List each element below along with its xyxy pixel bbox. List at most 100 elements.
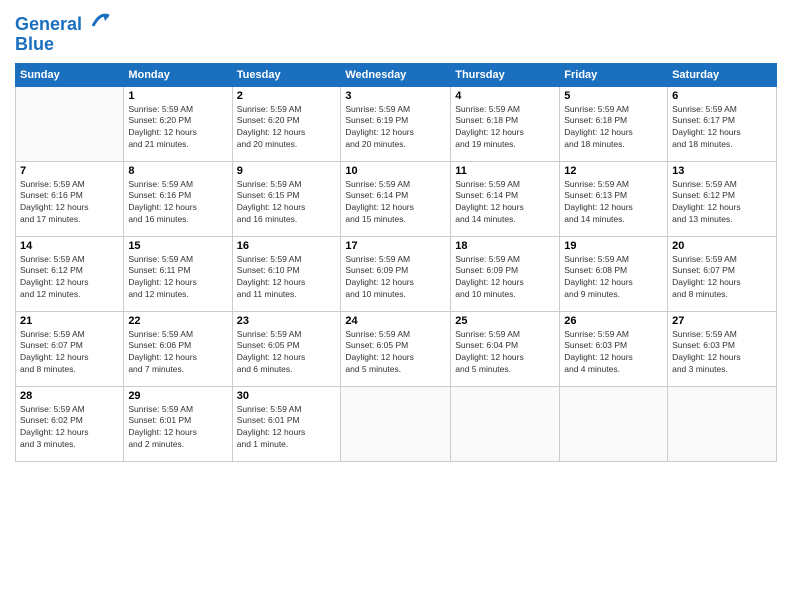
day-number: 5 bbox=[564, 90, 663, 102]
logo-general: General bbox=[15, 14, 82, 34]
day-info: Sunrise: 5:59 AM Sunset: 6:14 PM Dayligh… bbox=[345, 179, 446, 227]
day-info: Sunrise: 5:59 AM Sunset: 6:05 PM Dayligh… bbox=[237, 329, 337, 377]
calendar-cell: 10Sunrise: 5:59 AM Sunset: 6:14 PM Dayli… bbox=[341, 161, 451, 236]
header: General Blue bbox=[15, 10, 777, 55]
weekday-header-row: SundayMondayTuesdayWednesdayThursdayFrid… bbox=[16, 63, 777, 86]
calendar-cell: 2Sunrise: 5:59 AM Sunset: 6:20 PM Daylig… bbox=[232, 86, 341, 161]
weekday-header-sunday: Sunday bbox=[16, 63, 124, 86]
day-number: 18 bbox=[455, 240, 555, 252]
calendar-week-1: 1 Sunrise: 5:59 AM Sunset: 6:20 PM Daylig… bbox=[16, 86, 777, 161]
day-number: 11 bbox=[455, 165, 555, 177]
calendar-cell: 4Sunrise: 5:59 AM Sunset: 6:18 PM Daylig… bbox=[451, 86, 560, 161]
calendar-cell bbox=[341, 386, 451, 461]
calendar-cell: 17 Sunrise: 5:59 AM Sunset: 6:09 PM Dayli… bbox=[341, 236, 451, 311]
calendar-cell: 26 Sunrise: 5:59 AM Sunset: 6:03 PM Dayli… bbox=[560, 311, 668, 386]
calendar-week-5: 28 Sunrise: 5:59 AM Sunset: 6:02 PM Dayli… bbox=[16, 386, 777, 461]
calendar-cell: 27 Sunrise: 5:59 AM Sunset: 6:03 PM Dayli… bbox=[668, 311, 777, 386]
day-number: 22 bbox=[128, 315, 227, 327]
day-number: 27 bbox=[672, 315, 772, 327]
calendar-cell: 18 Sunrise: 5:59 AM Sunset: 6:09 PM Dayli… bbox=[451, 236, 560, 311]
calendar-cell: 19 Sunrise: 5:59 AM Sunset: 6:08 PM Dayli… bbox=[560, 236, 668, 311]
calendar-cell: 24 Sunrise: 5:59 AM Sunset: 6:05 PM Dayli… bbox=[341, 311, 451, 386]
day-info: Sunrise: 5:59 AM Sunset: 6:06 PM Dayligh… bbox=[128, 329, 227, 377]
day-number: 6 bbox=[672, 90, 772, 102]
day-info: Sunrise: 5:59 AM Sunset: 6:20 PM Dayligh… bbox=[128, 104, 227, 152]
day-info: Sunrise: 5:59 AM Sunset: 6:05 PM Dayligh… bbox=[345, 329, 446, 377]
logo: General Blue bbox=[15, 15, 111, 55]
day-number: 19 bbox=[564, 240, 663, 252]
calendar-week-4: 21 Sunrise: 5:59 AM Sunset: 6:07 PM Dayli… bbox=[16, 311, 777, 386]
day-number: 2 bbox=[237, 90, 337, 102]
calendar-cell: 23 Sunrise: 5:59 AM Sunset: 6:05 PM Dayli… bbox=[232, 311, 341, 386]
day-info: Sunrise: 5:59 AM Sunset: 6:15 PM Dayligh… bbox=[237, 179, 337, 227]
day-number: 14 bbox=[20, 240, 119, 252]
day-number: 13 bbox=[672, 165, 772, 177]
calendar-cell: 8Sunrise: 5:59 AM Sunset: 6:16 PM Daylig… bbox=[124, 161, 232, 236]
calendar-cell: 21 Sunrise: 5:59 AM Sunset: 6:07 PM Dayli… bbox=[16, 311, 124, 386]
day-number: 20 bbox=[672, 240, 772, 252]
day-info: Sunrise: 5:59 AM Sunset: 6:14 PM Dayligh… bbox=[455, 179, 555, 227]
day-info: Sunrise: 5:59 AM Sunset: 6:08 PM Dayligh… bbox=[564, 254, 663, 302]
calendar-cell: 20 Sunrise: 5:59 AM Sunset: 6:07 PM Dayli… bbox=[668, 236, 777, 311]
day-info: Sunrise: 5:59 AM Sunset: 6:04 PM Dayligh… bbox=[455, 329, 555, 377]
calendar-table: SundayMondayTuesdayWednesdayThursdayFrid… bbox=[15, 63, 777, 462]
day-info: Sunrise: 5:59 AM Sunset: 6:10 PM Dayligh… bbox=[237, 254, 337, 302]
day-number: 3 bbox=[345, 90, 446, 102]
logo-blue: Blue bbox=[15, 35, 111, 55]
day-number: 24 bbox=[345, 315, 446, 327]
calendar-week-2: 7 Sunrise: 5:59 AM Sunset: 6:16 PM Daylig… bbox=[16, 161, 777, 236]
calendar-cell bbox=[16, 86, 124, 161]
day-number: 29 bbox=[128, 390, 227, 402]
page-container: General Blue SundayMondayTuesdayWednesda… bbox=[0, 0, 792, 472]
weekday-header-monday: Monday bbox=[124, 63, 232, 86]
day-number: 30 bbox=[237, 390, 337, 402]
day-number: 15 bbox=[128, 240, 227, 252]
calendar-cell: 14Sunrise: 5:59 AM Sunset: 6:12 PM Dayli… bbox=[16, 236, 124, 311]
day-info: Sunrise: 5:59 AM Sunset: 6:03 PM Dayligh… bbox=[672, 329, 772, 377]
logo-text: General bbox=[15, 15, 111, 35]
day-info: Sunrise: 5:59 AM Sunset: 6:17 PM Dayligh… bbox=[672, 104, 772, 152]
calendar-cell: 15 Sunrise: 5:59 AM Sunset: 6:11 PM Dayli… bbox=[124, 236, 232, 311]
day-info: Sunrise: 5:59 AM Sunset: 6:19 PM Dayligh… bbox=[345, 104, 446, 152]
day-number: 23 bbox=[237, 315, 337, 327]
day-number: 17 bbox=[345, 240, 446, 252]
day-number: 8 bbox=[128, 165, 227, 177]
calendar-cell: 30 Sunrise: 5:59 AM Sunset: 6:01 PM Dayli… bbox=[232, 386, 341, 461]
weekday-header-wednesday: Wednesday bbox=[341, 63, 451, 86]
weekday-header-thursday: Thursday bbox=[451, 63, 560, 86]
day-info: Sunrise: 5:59 AM Sunset: 6:09 PM Dayligh… bbox=[345, 254, 446, 302]
day-info: Sunrise: 5:59 AM Sunset: 6:01 PM Dayligh… bbox=[237, 404, 337, 452]
calendar-cell: 7 Sunrise: 5:59 AM Sunset: 6:16 PM Daylig… bbox=[16, 161, 124, 236]
day-number: 21 bbox=[20, 315, 119, 327]
calendar-cell: 5 Sunrise: 5:59 AM Sunset: 6:18 PM Daylig… bbox=[560, 86, 668, 161]
day-info: Sunrise: 5:59 AM Sunset: 6:03 PM Dayligh… bbox=[564, 329, 663, 377]
weekday-header-tuesday: Tuesday bbox=[232, 63, 341, 86]
day-info: Sunrise: 5:59 AM Sunset: 6:18 PM Dayligh… bbox=[455, 104, 555, 152]
day-info: Sunrise: 5:59 AM Sunset: 6:16 PM Dayligh… bbox=[20, 179, 119, 227]
weekday-header-friday: Friday bbox=[560, 63, 668, 86]
calendar-cell: 16 Sunrise: 5:59 AM Sunset: 6:10 PM Dayli… bbox=[232, 236, 341, 311]
calendar-cell: 25Sunrise: 5:59 AM Sunset: 6:04 PM Dayli… bbox=[451, 311, 560, 386]
calendar-cell bbox=[560, 386, 668, 461]
day-number: 26 bbox=[564, 315, 663, 327]
day-info: Sunrise: 5:59 AM Sunset: 6:07 PM Dayligh… bbox=[20, 329, 119, 377]
day-info: Sunrise: 5:59 AM Sunset: 6:12 PM Dayligh… bbox=[672, 179, 772, 227]
day-info: Sunrise: 5:59 AM Sunset: 6:07 PM Dayligh… bbox=[672, 254, 772, 302]
calendar-cell bbox=[451, 386, 560, 461]
calendar-cell: 1 Sunrise: 5:59 AM Sunset: 6:20 PM Daylig… bbox=[124, 86, 232, 161]
calendar-cell: 9 Sunrise: 5:59 AM Sunset: 6:15 PM Daylig… bbox=[232, 161, 341, 236]
day-number: 9 bbox=[237, 165, 337, 177]
day-number: 1 bbox=[128, 90, 227, 102]
day-info: Sunrise: 5:59 AM Sunset: 6:02 PM Dayligh… bbox=[20, 404, 119, 452]
day-info: Sunrise: 5:59 AM Sunset: 6:09 PM Dayligh… bbox=[455, 254, 555, 302]
weekday-header-saturday: Saturday bbox=[668, 63, 777, 86]
day-info: Sunrise: 5:59 AM Sunset: 6:18 PM Dayligh… bbox=[564, 104, 663, 152]
day-info: Sunrise: 5:59 AM Sunset: 6:11 PM Dayligh… bbox=[128, 254, 227, 302]
calendar-cell: 13 Sunrise: 5:59 AM Sunset: 6:12 PM Dayli… bbox=[668, 161, 777, 236]
logo-icon bbox=[89, 8, 111, 30]
day-number: 28 bbox=[20, 390, 119, 402]
day-number: 12 bbox=[564, 165, 663, 177]
day-number: 7 bbox=[20, 165, 119, 177]
day-number: 16 bbox=[237, 240, 337, 252]
day-info: Sunrise: 5:59 AM Sunset: 6:13 PM Dayligh… bbox=[564, 179, 663, 227]
